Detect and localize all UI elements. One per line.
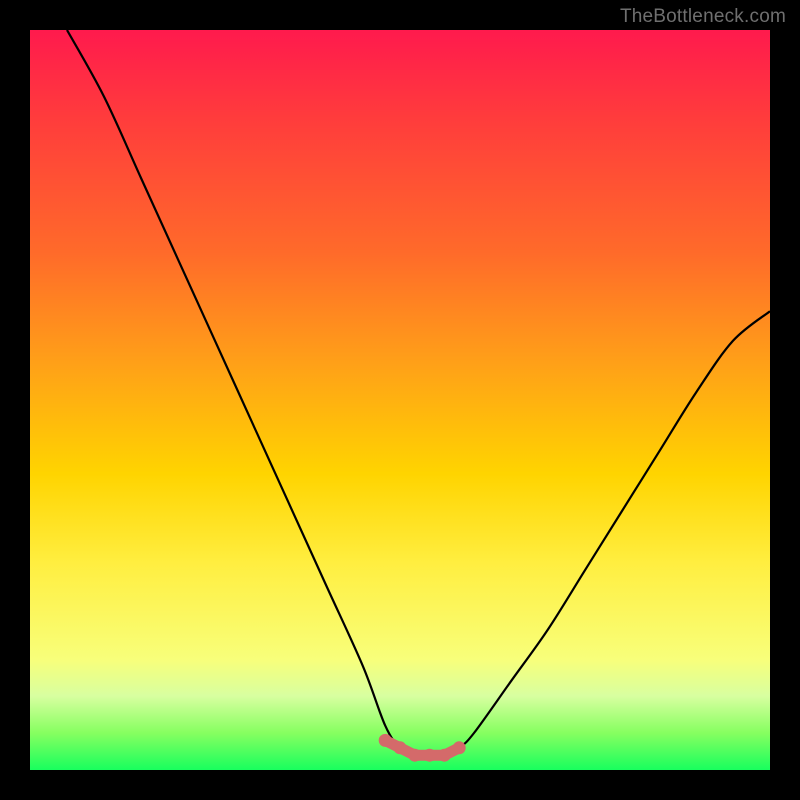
minimum-marker-dot xyxy=(408,749,421,762)
minimum-marker-dot xyxy=(394,741,407,754)
minimum-marker-dot xyxy=(453,741,466,754)
plot-area xyxy=(30,30,770,770)
minimum-markers xyxy=(379,734,466,762)
bottleneck-curve-line xyxy=(67,30,770,756)
chart-frame: TheBottleneck.com xyxy=(0,0,800,800)
minimum-marker-dot xyxy=(438,749,451,762)
watermark-text: TheBottleneck.com xyxy=(620,6,786,28)
minimum-marker-dot xyxy=(379,734,392,747)
curve-svg xyxy=(30,30,770,770)
minimum-marker-dot xyxy=(423,749,436,762)
